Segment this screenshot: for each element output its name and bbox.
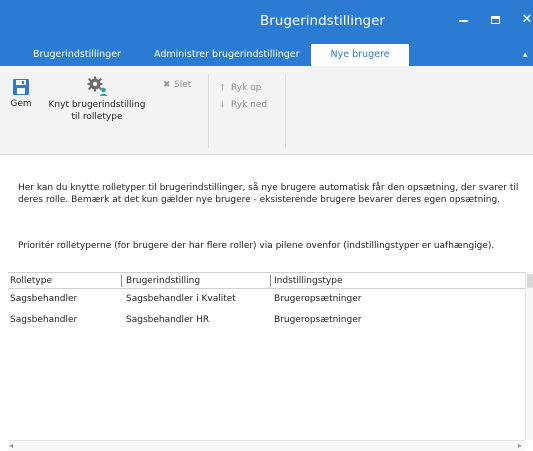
horizontal-scrollbar[interactable]: ◂ ▸ — [8, 440, 525, 451]
column-separator[interactable] — [121, 275, 122, 287]
tab-brugerindstillinger[interactable]: Brugerindstillinger — [33, 44, 121, 66]
cell-indstillingstype: Brugeropsætninger — [274, 294, 362, 304]
move-down-button[interactable]: 🡓 Ryk ned — [220, 97, 267, 113]
scroll-thumb[interactable] — [527, 274, 533, 288]
cross-icon: ✖ — [163, 80, 171, 90]
priority-hint: Prioritér rolletyperne (for brugere der … — [18, 241, 495, 251]
cell-brugerindstilling: Sagsbehandler i Kvalitet — [126, 294, 236, 304]
column-header-indstillingstype[interactable]: Indstillingstype — [274, 273, 343, 289]
tab-nye-brugere[interactable]: Nye brugere — [311, 44, 409, 66]
tab-bar: Brugerindstillinger Administrer brugerin… — [0, 44, 533, 66]
title-bar: Brugerindstillinger ✕ — [0, 0, 533, 44]
ribbon-separator — [285, 74, 286, 148]
move-up-button[interactable]: 🡑 Ryk op — [220, 80, 261, 96]
gear-user-icon — [87, 76, 108, 96]
table-header: Rolletype Brugerindstilling Indstillings… — [8, 272, 525, 289]
maximize-icon — [490, 15, 500, 24]
collapse-ribbon-icon[interactable]: ▴ — [523, 50, 528, 60]
role-settings-table: Rolletype Brugerindstilling Indstillings… — [8, 272, 525, 440]
arrow-up-icon: 🡑 — [220, 83, 225, 93]
link-setting-to-role-button[interactable]: Knyt brugerindstilling til rolletype — [36, 76, 158, 123]
minimize-button[interactable] — [453, 10, 473, 30]
ribbon-separator — [208, 74, 209, 148]
window-title: Brugerindstillinger — [260, 13, 385, 29]
cell-brugerindstilling: Sagsbehandler HR — [126, 315, 210, 325]
cell-indstillingstype: Brugeropsætninger — [274, 315, 362, 325]
delete-button[interactable]: ✖ Slet — [163, 80, 191, 90]
save-label: Gem — [10, 99, 32, 109]
info-paragraph: Her kan du knytte rolletyper til brugeri… — [18, 183, 519, 205]
cell-rolletype: Sagsbehandler — [10, 294, 78, 304]
vertical-scrollbar[interactable] — [525, 272, 533, 440]
tab-administrer-brugerindstillinger[interactable]: Administrer brugerindstillinger — [154, 44, 300, 66]
table-row[interactable]: Sagsbehandler Sagsbehandler i Kvalitet B… — [8, 291, 525, 308]
arrow-down-icon: 🡓 — [220, 100, 225, 110]
column-header-rolletype[interactable]: Rolletype — [10, 273, 52, 289]
link-setting-label: Knyt brugerindstilling til rolletype — [48, 100, 146, 122]
minimize-icon — [458, 19, 468, 22]
ribbon: Gem Knyt brugerindstilling til rolletype — [0, 66, 533, 155]
maximize-button[interactable] — [485, 10, 505, 30]
table-row[interactable]: Sagsbehandler Sagsbehandler HR Brugerops… — [8, 312, 525, 329]
column-separator[interactable] — [270, 275, 271, 287]
scroll-right-icon[interactable]: ▸ — [518, 441, 522, 451]
scroll-left-icon[interactable]: ◂ — [9, 441, 13, 451]
cell-rolletype: Sagsbehandler — [10, 315, 78, 325]
close-button[interactable]: ✕ — [517, 10, 533, 30]
save-button[interactable]: Gem — [8, 78, 34, 109]
column-header-brugerindstilling[interactable]: Brugerindstilling — [126, 273, 200, 289]
floppy-disk-icon — [13, 79, 29, 95]
